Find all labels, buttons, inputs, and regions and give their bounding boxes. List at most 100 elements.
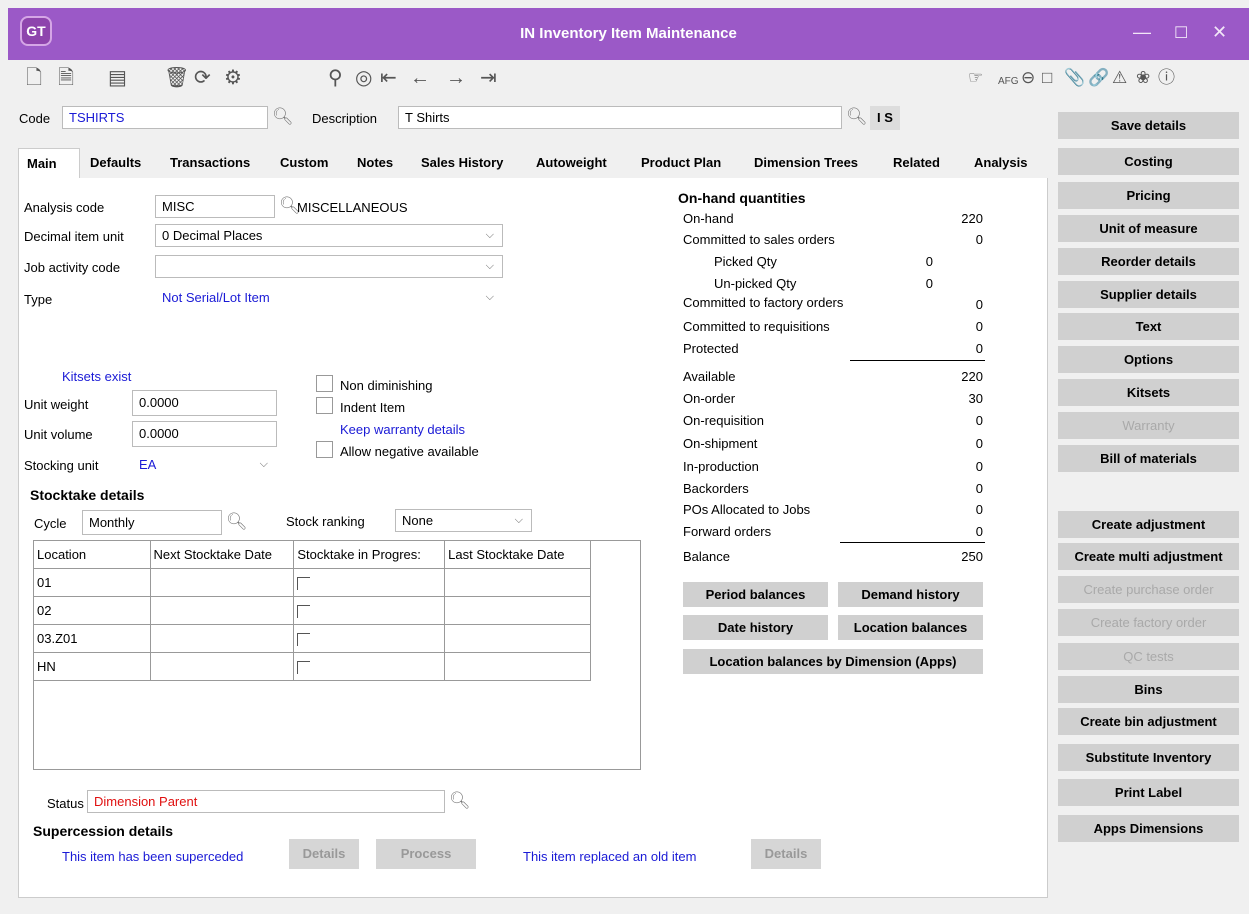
in-progress-checkbox[interactable] bbox=[297, 576, 311, 590]
in-progress-cell[interactable] bbox=[293, 568, 446, 597]
tools-icon[interactable]: ⚙ bbox=[224, 66, 242, 90]
replaced-details-button[interactable]: Details bbox=[751, 839, 821, 869]
column-header-stocktake-in-progress[interactable]: Stocktake in Progres: bbox=[293, 540, 446, 569]
tab-autoweight[interactable]: Autoweight bbox=[536, 148, 607, 178]
new-document-icon[interactable]: 🗋 bbox=[26, 66, 42, 90]
tab-sales-history[interactable]: Sales History bbox=[421, 148, 503, 178]
location-cell[interactable]: 03.Z01 bbox=[33, 624, 151, 653]
delete-icon[interactable]: 🗑 bbox=[164, 66, 189, 90]
stocking-unit-select[interactable]: EA ⌵ bbox=[132, 453, 277, 476]
refresh-icon[interactable]: ⟳ bbox=[194, 66, 211, 90]
target-icon[interactable]: ◎ bbox=[355, 66, 372, 90]
in-progress-cell[interactable] bbox=[293, 624, 446, 653]
text-button[interactable]: Text bbox=[1058, 313, 1239, 340]
link-icon[interactable]: 🔗 bbox=[1088, 68, 1109, 88]
location-balances-button[interactable]: Location balances bbox=[838, 615, 983, 640]
kitsets-exist-checkbox[interactable] bbox=[30, 368, 47, 385]
unit-weight-field[interactable]: 0.0000 bbox=[132, 390, 277, 416]
qc-tests-button[interactable]: QC tests bbox=[1058, 643, 1239, 670]
status-search-icon[interactable]: 🔍︎ bbox=[449, 792, 471, 810]
indent-item-checkbox[interactable] bbox=[316, 397, 333, 414]
close-icon[interactable]: ✕ bbox=[1212, 22, 1227, 43]
tab-transactions[interactable]: Transactions bbox=[170, 148, 250, 178]
next-stocktake-cell[interactable] bbox=[149, 652, 295, 681]
in-progress-cell[interactable] bbox=[293, 652, 446, 681]
note-icon[interactable]: □ bbox=[1042, 68, 1052, 88]
create-purchase-order-button[interactable]: Create purchase order bbox=[1058, 576, 1239, 603]
create-adjustment-button[interactable]: Create adjustment bbox=[1058, 511, 1239, 538]
tab-analysis[interactable]: Analysis bbox=[974, 148, 1027, 178]
code-field[interactable]: TSHIRTS bbox=[62, 106, 268, 129]
table-row[interactable]: 03.Z01 bbox=[33, 624, 591, 653]
stock-ranking-select[interactable]: None ⌵ bbox=[395, 509, 532, 532]
print-label-button[interactable]: Print Label bbox=[1058, 779, 1239, 806]
column-header-next-stocktake[interactable]: Next Stocktake Date bbox=[149, 540, 295, 569]
tab-product-plan[interactable]: Product Plan bbox=[641, 148, 721, 178]
last-stocktake-cell[interactable] bbox=[444, 624, 591, 653]
alert-icon[interactable]: ⚠ bbox=[1112, 68, 1127, 88]
job-activity-select[interactable]: ⌵ bbox=[155, 255, 503, 278]
last-stocktake-cell[interactable] bbox=[444, 652, 591, 681]
table-row[interactable]: HN bbox=[33, 652, 591, 681]
apps-dimensions-button[interactable]: Apps Dimensions bbox=[1058, 815, 1239, 842]
is-badge[interactable]: I S bbox=[870, 106, 900, 130]
replaced-old-item-checkbox[interactable] bbox=[499, 846, 516, 863]
column-header-location[interactable]: Location bbox=[33, 540, 151, 569]
allow-negative-checkbox[interactable] bbox=[316, 441, 333, 458]
in-progress-checkbox[interactable] bbox=[297, 660, 311, 674]
in-progress-checkbox[interactable] bbox=[297, 632, 311, 646]
analysis-code-field[interactable]: MISC bbox=[155, 195, 275, 218]
tab-defaults[interactable]: Defaults bbox=[90, 148, 141, 178]
options-button[interactable]: Options bbox=[1058, 346, 1239, 373]
maximize-icon[interactable]: ☐ bbox=[1174, 23, 1188, 43]
binoculars-icon[interactable]: ⚲ bbox=[328, 66, 343, 90]
substitute-inventory-button[interactable]: Substitute Inventory bbox=[1058, 744, 1239, 771]
help-icon[interactable]: ⓘ bbox=[1158, 68, 1175, 88]
unit-volume-field[interactable]: 0.0000 bbox=[132, 421, 277, 447]
bill-of-materials-button[interactable]: Bill of materials bbox=[1058, 445, 1239, 472]
reorder-details-button[interactable]: Reorder details bbox=[1058, 248, 1239, 275]
location-cell[interactable]: 02 bbox=[33, 596, 151, 625]
cycle-field[interactable]: Monthly bbox=[82, 510, 222, 535]
last-stocktake-cell[interactable] bbox=[444, 568, 591, 597]
status-field[interactable]: Dimension Parent bbox=[87, 790, 445, 813]
save-details-button[interactable]: Save details bbox=[1058, 112, 1239, 139]
code-search-icon[interactable]: 🔍︎ bbox=[272, 108, 294, 126]
supercession-details-button[interactable]: Details bbox=[289, 839, 359, 869]
tab-main[interactable]: Main bbox=[18, 148, 80, 178]
supercession-process-button[interactable]: Process bbox=[376, 839, 476, 869]
cycle-search-icon[interactable]: 🔍︎ bbox=[226, 513, 248, 531]
copy-icon[interactable]: 🗎 bbox=[58, 66, 74, 90]
create-bin-adjustment-button[interactable]: Create bin adjustment bbox=[1058, 708, 1239, 735]
warranty-button[interactable]: Warranty bbox=[1058, 412, 1239, 439]
kitsets-button[interactable]: Kitsets bbox=[1058, 379, 1239, 406]
column-header-last-stocktake[interactable]: Last Stocktake Date bbox=[444, 540, 591, 569]
tab-notes[interactable]: Notes bbox=[357, 148, 393, 178]
in-progress-cell[interactable] bbox=[293, 596, 446, 625]
description-field[interactable]: T Shirts bbox=[398, 106, 842, 129]
back-circle-icon[interactable]: ⊖ bbox=[1021, 68, 1035, 88]
afg-label[interactable]: AFG bbox=[998, 72, 1019, 92]
location-balances-by-dimension-button[interactable]: Location balances by Dimension (Apps) bbox=[683, 649, 983, 674]
period-balances-button[interactable]: Period balances bbox=[683, 582, 828, 607]
next-record-icon[interactable]: → bbox=[446, 66, 466, 90]
last-record-icon[interactable]: ⇥ bbox=[480, 66, 497, 90]
analysis-search-icon[interactable]: 🔍︎ bbox=[279, 197, 301, 215]
next-stocktake-cell[interactable] bbox=[149, 568, 295, 597]
tab-dimension-trees[interactable]: Dimension Trees bbox=[754, 148, 858, 178]
unit-of-measure-button[interactable]: Unit of measure bbox=[1058, 215, 1239, 242]
next-stocktake-cell[interactable] bbox=[149, 596, 295, 625]
next-stocktake-cell[interactable] bbox=[149, 624, 295, 653]
save-icon[interactable]: ▤ bbox=[108, 66, 127, 90]
table-row[interactable]: 02 bbox=[33, 596, 591, 625]
pointer-hand-icon[interactable]: ☞ bbox=[968, 68, 983, 88]
first-record-icon[interactable]: ⇤ bbox=[380, 66, 397, 90]
create-multi-adjustment-button[interactable]: Create multi adjustment bbox=[1058, 543, 1239, 570]
tab-custom[interactable]: Custom bbox=[280, 148, 328, 178]
tab-related[interactable]: Related bbox=[893, 148, 940, 178]
costing-button[interactable]: Costing bbox=[1058, 148, 1239, 175]
non-diminishing-checkbox[interactable] bbox=[316, 375, 333, 392]
palette-icon[interactable]: ❀ bbox=[1136, 68, 1150, 88]
location-cell[interactable]: 01 bbox=[33, 568, 151, 597]
decimal-item-unit-select[interactable]: 0 Decimal Places ⌵ bbox=[155, 224, 503, 247]
